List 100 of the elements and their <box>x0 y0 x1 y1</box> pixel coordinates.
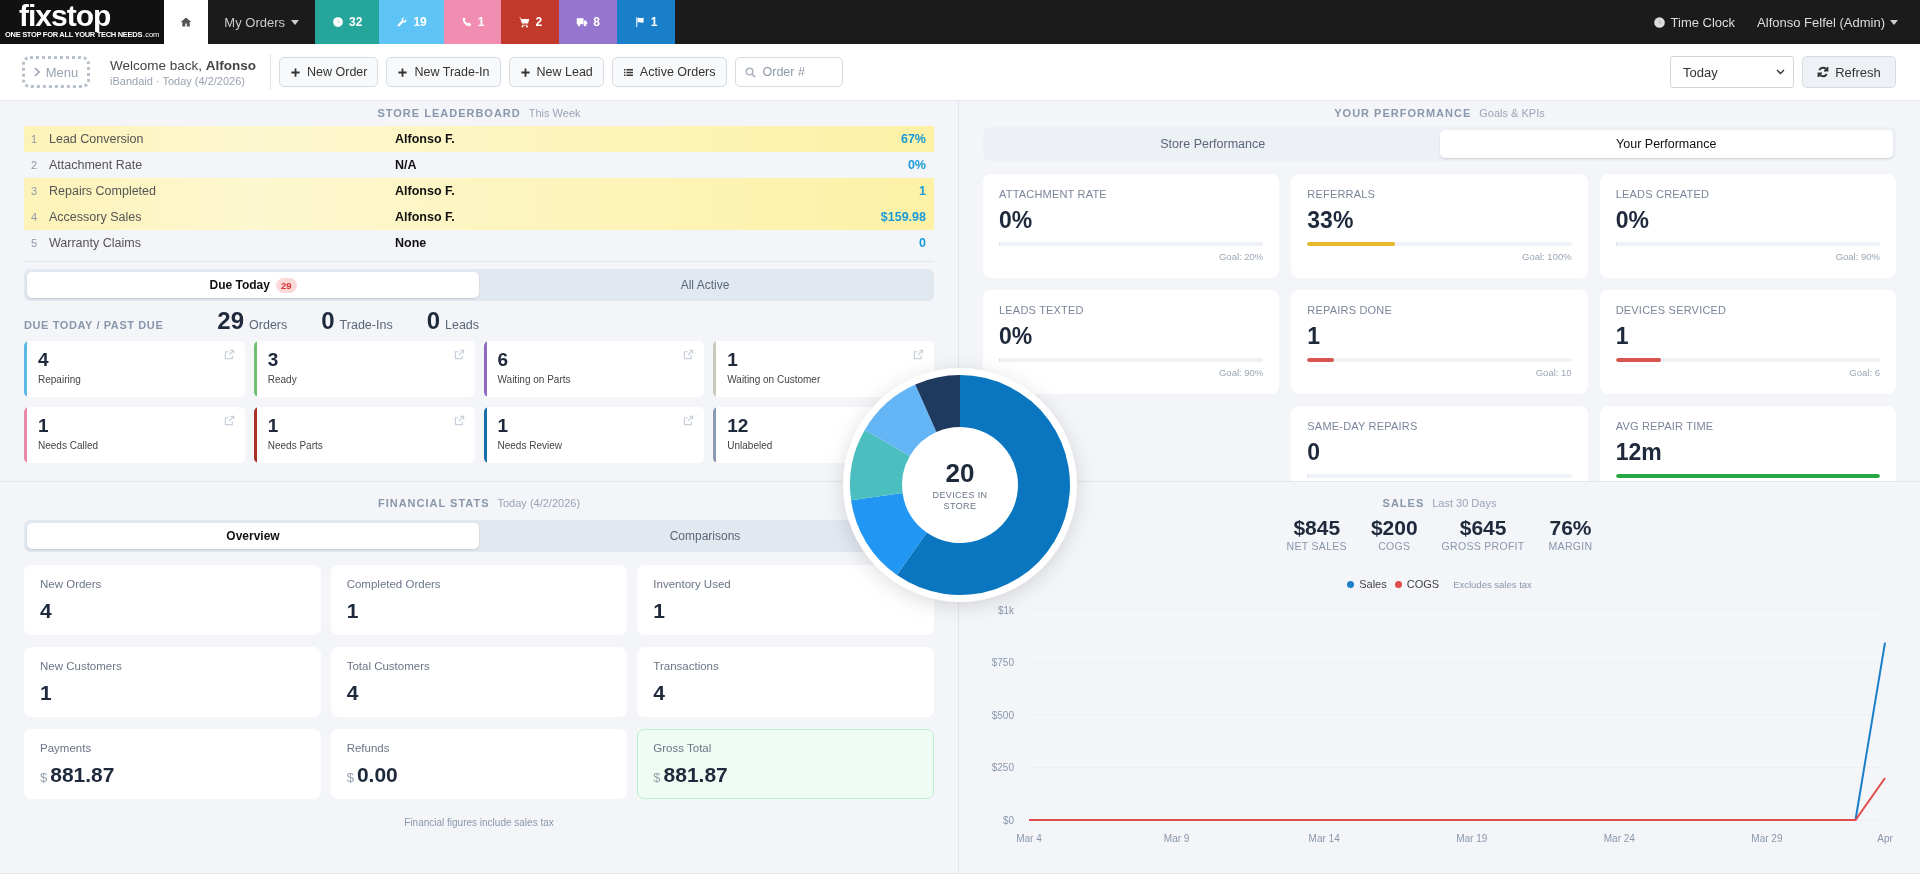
status-card[interactable]: 1 Waiting on Customer <box>713 341 934 397</box>
count-label: Leads <box>445 318 480 332</box>
count-label: Trade-Ins <box>339 318 393 332</box>
goal-text: Goal: 90% <box>1218 367 1264 378</box>
status-count: 1 <box>267 414 280 438</box>
stat-value: 4 <box>653 681 665 705</box>
refresh-icon <box>1817 66 1830 78</box>
goal-text: Goal: 90% <box>1835 251 1880 262</box>
kpi-value: 0 <box>1307 438 1322 466</box>
status-card[interactable]: 1 Needs Called <box>24 407 245 463</box>
performance-tab[interactable]: Your Performance <box>1439 130 1893 158</box>
external-link-icon[interactable] <box>683 349 695 360</box>
refresh-button[interactable]: Refresh <box>1802 56 1896 88</box>
chevron-down-icon <box>1776 69 1785 75</box>
stat-label: Completed Orders <box>346 578 442 590</box>
kpi-label: ATTACHMENT RATE <box>999 188 1108 200</box>
stat-value: 4 <box>40 599 52 623</box>
nav-menu-tab[interactable]: My Orders <box>208 0 316 44</box>
due-tab[interactable]: All Active <box>479 272 931 298</box>
rank-number: 1 <box>30 133 39 145</box>
stat-value: 881.87 <box>663 763 728 787</box>
external-link-icon[interactable] <box>453 349 465 360</box>
kpi-value: 0% <box>999 206 1034 234</box>
financial-tab[interactable]: Overview <box>27 523 479 549</box>
time-clock-link[interactable]: Time Clock <box>1652 0 1758 44</box>
kpi-label: SAME-DAY REPAIRS <box>1307 420 1419 432</box>
sales-stat-label: COGS <box>1378 540 1411 552</box>
status-card[interactable]: 4 Repairing <box>24 341 245 397</box>
stat-label: New Customers <box>40 660 123 672</box>
status-card[interactable]: 6 Waiting on Parts <box>483 341 705 397</box>
metric-value: 67% <box>900 132 926 146</box>
count-badge: 29 <box>275 277 297 293</box>
nav-count-badge[interactable]: 2 <box>501 0 560 44</box>
goal-text: Goal: 20% <box>1218 251 1264 262</box>
goal-text: Goal: 6 <box>1849 367 1880 378</box>
plus-icon <box>290 66 302 78</box>
leader-name: Alfonso F. <box>395 210 456 224</box>
metric-value: 0% <box>907 158 926 172</box>
kpi-label: AVG REPAIR TIME <box>1615 420 1715 432</box>
stat-label: Total Customers <box>346 660 431 672</box>
plus-icon <box>397 66 409 78</box>
kpi-value: 0% <box>1615 206 1650 234</box>
toolbar-button[interactable]: New Trade-In <box>386 57 501 87</box>
status-label: Needs Parts <box>267 440 323 451</box>
toolbar-button[interactable]: Active Orders <box>611 57 727 87</box>
sales-stat-label: MARGIN <box>1548 540 1593 552</box>
x-axis-label: Mar 29 <box>1751 833 1783 844</box>
rank-number: 5 <box>30 237 39 249</box>
date-range-select[interactable]: Today <box>1670 56 1794 88</box>
stat-value: 1 <box>40 681 52 705</box>
rank-number: 4 <box>30 211 39 223</box>
footnote: Financial figures include sales tax <box>403 817 555 828</box>
currency-symbol: $ <box>653 770 661 785</box>
status-card[interactable]: 1 Needs Parts <box>253 407 475 463</box>
due-tab[interactable]: Due Today 29 <box>27 272 479 298</box>
user-menu[interactable]: Alfonso Felfel (Admin) <box>1757 0 1920 44</box>
device-count-label: DEVICES IN STORE <box>931 489 989 512</box>
toolbar-button[interactable]: New Order <box>279 57 379 87</box>
section-title: FINANCIAL STATS <box>377 497 490 509</box>
status-card[interactable]: 1 Needs Review <box>483 407 705 463</box>
store-date-text: iBandaid · Today (4/2/2026) <box>110 74 246 87</box>
chevron-right-icon <box>33 67 40 77</box>
section-title: SALES <box>1382 497 1425 509</box>
leader-name: Alfonso F. <box>395 184 456 198</box>
section-title: YOUR PERFORMANCE <box>1334 107 1472 119</box>
search-icon <box>744 67 756 78</box>
caret-icon <box>1890 19 1898 25</box>
stat-value: 1 <box>653 599 665 623</box>
status-count: 1 <box>727 348 739 372</box>
kpi-value: 1 <box>1307 322 1322 350</box>
kpi-value: 12m <box>1615 438 1663 466</box>
list-icon <box>622 66 634 78</box>
metric-value: 0 <box>919 236 926 250</box>
y-axis-label: $500 <box>991 709 1014 721</box>
external-link-icon[interactable] <box>223 415 235 426</box>
performance-tab[interactable]: Store Performance <box>986 130 1440 158</box>
y-axis-label: $1k <box>997 604 1014 616</box>
external-link-icon[interactable] <box>683 415 695 426</box>
count-label: Orders <box>249 318 288 332</box>
external-link-icon[interactable] <box>453 415 465 426</box>
y-axis-label: $750 <box>991 657 1014 668</box>
currency-symbol: $ <box>40 770 48 785</box>
external-link-icon[interactable] <box>223 349 235 360</box>
order-search-field[interactable]: Order # <box>734 57 843 87</box>
nav-count-badge[interactable]: 1 <box>616 0 675 44</box>
status-count: 4 <box>38 348 50 372</box>
external-link-icon[interactable] <box>913 349 924 360</box>
legend-label: COGS <box>1406 578 1440 590</box>
clock-icon <box>1652 15 1666 29</box>
metric-name: Repairs Completed <box>49 184 157 198</box>
status-card[interactable]: 3 Ready <box>253 341 475 397</box>
kpi-label: LEADS TEXTED <box>999 304 1085 316</box>
nav-count-badge[interactable]: 8 <box>559 0 617 44</box>
toolbar-button[interactable]: New Lead <box>508 57 604 87</box>
home-tab[interactable] <box>164 0 209 44</box>
count-value: 29 <box>217 307 245 335</box>
section-subtitle: Today (4/2/2026) <box>497 497 581 509</box>
stat-value: 0.00 <box>356 763 398 787</box>
status-label: Repairing <box>38 374 81 385</box>
stat-label: Gross Total <box>653 742 713 754</box>
